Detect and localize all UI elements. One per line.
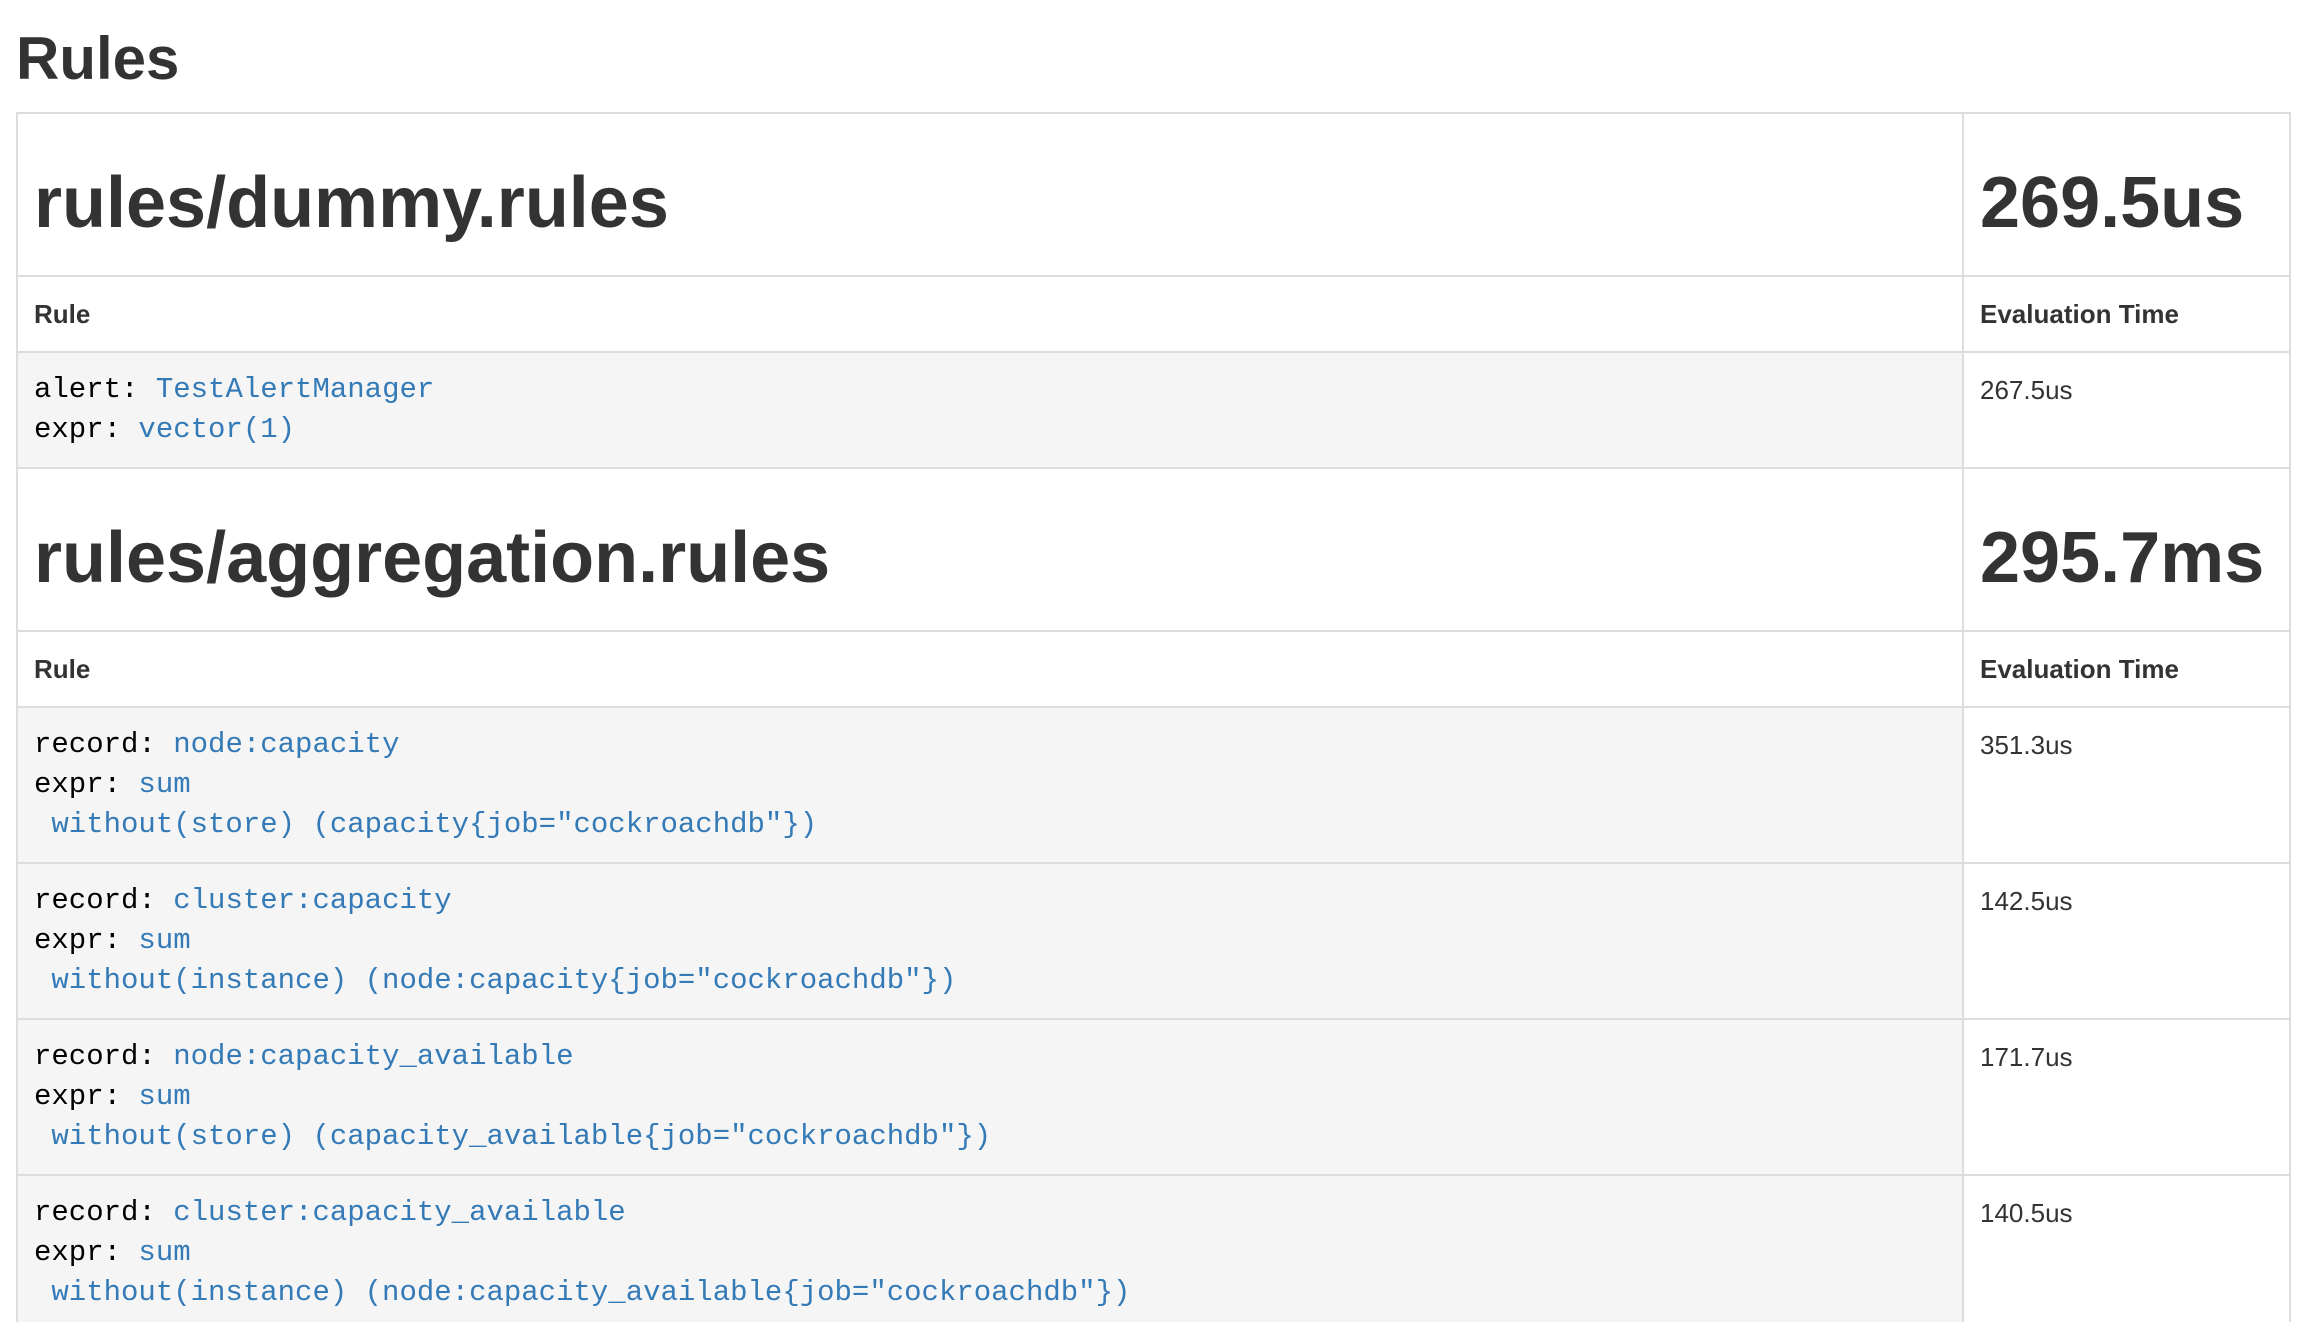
rule-row: alert: TestAlertManager expr: vector(1)2…	[17, 352, 2290, 468]
evaluation-time-column-header: Evaluation Time	[1963, 276, 2290, 352]
rule-expression-link[interactable]: cluster:capacity_available	[173, 1196, 625, 1229]
rule-row: record: cluster:capacity_available expr:…	[17, 1175, 2290, 1322]
rule-definition-cell: record: node:capacity_available expr: su…	[17, 1019, 1963, 1175]
group-name-cell: rules/aggregation.rules	[17, 468, 1963, 631]
rule-evaluation-time: 171.7us	[1963, 1019, 2290, 1175]
column-header-row: RuleEvaluation Time	[17, 631, 2290, 707]
rules-table-body: rules/dummy.rules269.5usRuleEvaluation T…	[17, 113, 2290, 1322]
rule-row: record: node:capacity_available expr: su…	[17, 1019, 2290, 1175]
rule-keyword-text: record:	[34, 1196, 173, 1229]
rule-definition-cell: record: cluster:capacity_available expr:…	[17, 1175, 1963, 1322]
rule-evaluation-time: 267.5us	[1963, 352, 2290, 468]
rule-keyword-text: expr:	[34, 768, 138, 801]
rule-code: record: cluster:capacity_available expr:…	[34, 1193, 1946, 1313]
column-header-row: RuleEvaluation Time	[17, 276, 2290, 352]
rule-group-header-row: rules/dummy.rules 269.5us	[17, 113, 2290, 276]
group-name-cell: rules/dummy.rules	[17, 113, 1963, 276]
rule-keyword-text: alert:	[34, 373, 156, 406]
rule-code: record: node:capacity expr: sum without(…	[34, 725, 1946, 845]
rule-expression-link[interactable]: sum without(instance) (node:capacity_ava…	[34, 1236, 1130, 1309]
rule-column-header: Rule	[17, 631, 1963, 707]
rule-column-header: Rule	[17, 276, 1963, 352]
rule-expression-link[interactable]: sum without(store) (capacity{job="cockro…	[34, 768, 817, 841]
rule-keyword-text: expr:	[34, 413, 138, 446]
rule-expression-link[interactable]: vector(1)	[138, 413, 295, 446]
rule-definition-cell: alert: TestAlertManager expr: vector(1)	[17, 352, 1963, 468]
rule-keyword-text: record:	[34, 1040, 173, 1073]
rule-code: record: cluster:capacity expr: sum witho…	[34, 881, 1946, 1001]
rule-row: record: cluster:capacity expr: sum witho…	[17, 863, 2290, 1019]
rule-evaluation-time: 140.5us	[1963, 1175, 2290, 1322]
group-file-name: rules/aggregation.rules	[34, 519, 1946, 598]
group-evaluation-time: 295.7ms	[1980, 519, 2273, 598]
group-evaluation-time-cell: 295.7ms	[1963, 468, 2290, 631]
rule-expression-link[interactable]: sum without(instance) (node:capacity{job…	[34, 924, 956, 997]
rules-table: rules/dummy.rules269.5usRuleEvaluation T…	[16, 112, 2291, 1322]
rule-expression-link[interactable]: node:capacity_available	[173, 1040, 573, 1073]
rule-evaluation-time: 351.3us	[1963, 707, 2290, 863]
rule-expression-link[interactable]: cluster:capacity	[173, 884, 451, 917]
rule-definition-cell: record: cluster:capacity expr: sum witho…	[17, 863, 1963, 1019]
rule-keyword-text: expr:	[34, 1080, 138, 1113]
rule-row: record: node:capacity expr: sum without(…	[17, 707, 2290, 863]
rule-keyword-text: expr:	[34, 1236, 138, 1269]
rule-evaluation-time: 142.5us	[1963, 863, 2290, 1019]
rule-keyword-text: record:	[34, 884, 173, 917]
rule-expression-link[interactable]: node:capacity	[173, 728, 399, 761]
rule-keyword-text: record:	[34, 728, 173, 761]
group-file-name: rules/dummy.rules	[34, 164, 1946, 243]
rule-group-header-row: rules/aggregation.rules 295.7ms	[17, 468, 2290, 631]
rules-page: Rules rules/dummy.rules269.5usRuleEvalua…	[16, 26, 2291, 1322]
rule-expression-link[interactable]: TestAlertManager	[156, 373, 434, 406]
rule-definition-cell: record: node:capacity expr: sum without(…	[17, 707, 1963, 863]
page-title: Rules	[16, 26, 2291, 92]
rule-code: alert: TestAlertManager expr: vector(1)	[34, 370, 1946, 450]
rule-keyword-text: expr:	[34, 924, 138, 957]
rule-expression-link[interactable]: sum without(store) (capacity_available{j…	[34, 1080, 991, 1153]
rule-code: record: node:capacity_available expr: su…	[34, 1037, 1946, 1157]
group-evaluation-time: 269.5us	[1980, 164, 2273, 243]
group-evaluation-time-cell: 269.5us	[1963, 113, 2290, 276]
evaluation-time-column-header: Evaluation Time	[1963, 631, 2290, 707]
